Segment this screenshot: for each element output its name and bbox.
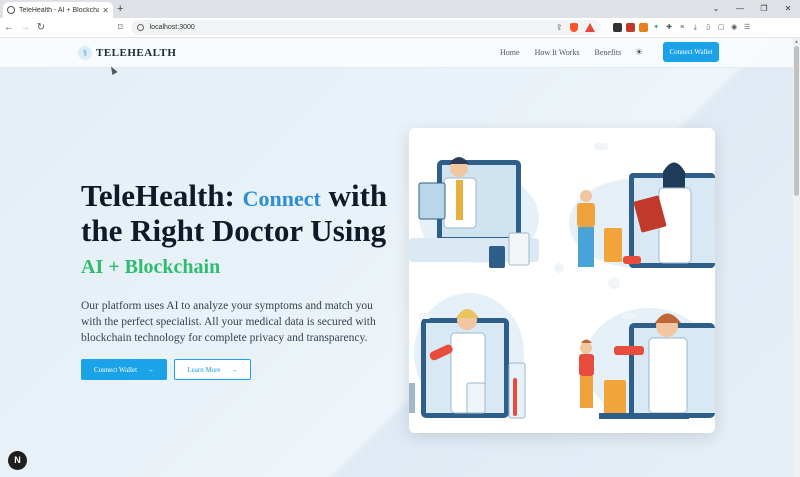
- hero-highlight-ai-blockchain: AI + Blockchain: [81, 256, 221, 278]
- stethoscope-icon: ⚕: [78, 46, 92, 60]
- wallet-icon[interactable]: ▢: [717, 23, 726, 32]
- maximize-icon[interactable]: ❐: [752, 0, 776, 18]
- doctor-with-medicine: [409, 293, 526, 419]
- brave-rewards-icon[interactable]: [584, 23, 595, 32]
- doctors-illustration-svg: [409, 143, 715, 419]
- customize-icon[interactable]: ☰: [743, 23, 752, 32]
- puzzle-icon[interactable]: ✚: [665, 23, 674, 32]
- vpn-icon[interactable]: ◉: [730, 23, 739, 32]
- learn-more-button[interactable]: Learn More →: [174, 359, 251, 380]
- extension-icon[interactable]: [612, 23, 622, 32]
- info-icon[interactable]: [136, 24, 144, 31]
- hero-title: TeleHealth: Connect with the Right Docto…: [81, 180, 401, 283]
- sun-icon[interactable]: ☀: [635, 47, 643, 58]
- new-tab-icon[interactable]: +: [117, 2, 123, 16]
- address-bar[interactable]: localhost:3000 ⇪: [130, 20, 601, 35]
- hero-connect-wallet-label: Connect Wallet: [93, 365, 138, 374]
- window-controls: ⌄ — ❐ ✕: [704, 0, 800, 18]
- doctor-with-patient-pills: [579, 308, 715, 419]
- main-nav: Home How It Works Benefits: [500, 48, 621, 57]
- hero-title-part1: TeleHealth:: [81, 178, 243, 213]
- forward-icon[interactable]: →: [18, 22, 32, 33]
- share-icon[interactable]: ⇪: [556, 23, 563, 32]
- page-scrollbar[interactable]: ▲: [793, 38, 800, 477]
- minimize-icon[interactable]: —: [728, 0, 752, 18]
- doctor-with-clipboard: [409, 157, 539, 268]
- nav-how-it-works[interactable]: How It Works: [535, 48, 580, 57]
- close-window-icon[interactable]: ✕: [776, 0, 800, 18]
- browser-tab[interactable]: TeleHealth - AI + Blockchain H... ✕: [3, 2, 113, 18]
- connect-wallet-button[interactable]: Connect Wallet: [663, 42, 719, 62]
- site-header: ⚕ TELEHEALTH Home How It Works Benefits …: [0, 38, 793, 68]
- logo-text[interactable]: TELEHEALTH: [96, 47, 176, 59]
- globe-icon: [7, 6, 15, 14]
- bookmark-icon[interactable]: ⌑: [118, 22, 123, 33]
- url-text: localhost:3000: [149, 24, 195, 31]
- nav-home[interactable]: Home: [500, 48, 520, 57]
- arrow-right-icon: →: [147, 365, 155, 374]
- download-icon[interactable]: ⤓: [691, 23, 700, 32]
- browser-tabbar: TeleHealth - AI + Blockchain H... ✕ + ⌄ …: [0, 0, 800, 18]
- extensions-bar: ✦ ✚ ≡ ⤓ ▯ ▢ ◉ ☰: [612, 23, 752, 32]
- menu-icon[interactable]: ≡: [678, 23, 687, 32]
- close-icon[interactable]: ✕: [102, 6, 109, 15]
- sidebar-icon[interactable]: ▯: [704, 23, 713, 32]
- tab-title: TeleHealth - AI + Blockchain H...: [19, 6, 100, 14]
- extension-icon[interactable]: [638, 23, 648, 32]
- hero-connect-wallet-button[interactable]: Connect Wallet →: [81, 359, 167, 380]
- scroll-thumb[interactable]: [794, 46, 799, 196]
- chevron-down-icon[interactable]: ⌄: [704, 0, 728, 18]
- arrow-right-icon: →: [230, 365, 238, 374]
- extension-icon[interactable]: [625, 23, 635, 32]
- learn-more-label: Learn More: [187, 365, 221, 374]
- extension-icon[interactable]: ✦: [652, 23, 661, 32]
- hero-description: Our platform uses AI to analyze your sym…: [81, 300, 376, 344]
- scroll-up-icon[interactable]: ▲: [794, 39, 799, 45]
- brave-shield-icon[interactable]: [569, 23, 578, 32]
- back-icon[interactable]: ←: [2, 22, 16, 33]
- reload-icon[interactable]: ↻: [34, 22, 48, 33]
- hero-highlight-connect: Connect: [242, 186, 321, 211]
- nav-benefits[interactable]: Benefits: [595, 48, 622, 57]
- telehealth-illustration: [409, 128, 715, 433]
- page-viewport: ⚕ TELEHEALTH Home How It Works Benefits …: [0, 38, 793, 477]
- doctor-with-patient: [569, 162, 715, 268]
- nextjs-dev-badge[interactable]: N: [8, 451, 27, 470]
- browser-toolbar: ← → ↻ ⌑ localhost:3000 ⇪ ✦ ✚ ≡ ⤓ ▯ ▢ ◉ ☰: [0, 18, 800, 38]
